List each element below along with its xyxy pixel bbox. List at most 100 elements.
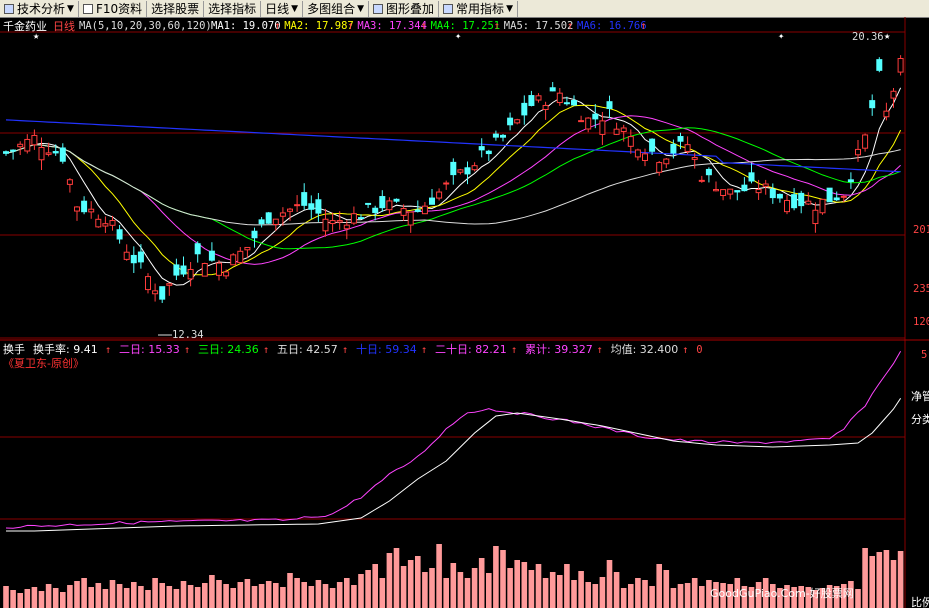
volume-bar — [869, 556, 875, 608]
candle-body — [713, 189, 719, 192]
toolbar-button-4[interactable]: 日线 ▼ — [261, 0, 304, 17]
candle-body — [322, 218, 329, 232]
candle-body — [393, 198, 400, 202]
candle-body — [414, 209, 421, 212]
volume-bar — [670, 588, 677, 608]
volume-bar — [415, 556, 421, 608]
candle-body — [436, 191, 443, 199]
volume-bar — [649, 586, 655, 608]
volume-bar — [237, 582, 244, 608]
candle-body — [791, 194, 798, 209]
candle-body — [684, 144, 691, 152]
candle-body — [642, 153, 648, 161]
candle-body — [670, 143, 677, 154]
candle-body — [443, 182, 450, 185]
candle-body — [216, 262, 222, 276]
candle-body — [634, 149, 641, 158]
candle-body — [45, 152, 52, 155]
volume-bar — [663, 570, 670, 608]
volume-bar — [457, 572, 464, 608]
axis-label: 比例 — [911, 595, 929, 608]
candle-body — [507, 117, 514, 126]
toolbar-button-6[interactable]: 图形叠加 — [369, 0, 440, 17]
volume-bar — [17, 593, 23, 608]
volume-bar — [876, 552, 883, 608]
volume-bar — [443, 578, 449, 608]
ma-line-2 — [5, 104, 902, 276]
volume-bar — [81, 578, 87, 608]
volume-bar — [500, 550, 506, 608]
axis-label: 120 — [913, 316, 929, 328]
candle-body — [691, 157, 698, 160]
volume-bar — [585, 582, 591, 608]
toolbar-button-0[interactable]: 技术分析 ▼ — [0, 0, 79, 17]
volume-bar — [521, 562, 528, 608]
candle-body — [287, 208, 293, 212]
toolbar-label: 日线 — [265, 2, 290, 16]
toolbar-button-5[interactable]: 多图组合 ▼ — [303, 0, 370, 17]
volume-bar — [315, 580, 322, 608]
candle-body — [883, 110, 890, 118]
volume-bar — [358, 574, 364, 608]
candle-body — [251, 230, 258, 239]
candle-body — [52, 151, 59, 154]
volume-bar — [564, 564, 570, 608]
ma-value-1: MA1: 19.070 — [211, 20, 281, 32]
volume-bar — [24, 589, 31, 608]
ma-params: MA(5,10,20,30,60,120) — [79, 20, 212, 32]
candle-body — [166, 283, 173, 286]
candle-body — [812, 209, 819, 225]
volume-bar — [642, 580, 648, 608]
turnover-tail: 0 — [696, 344, 702, 356]
volume-bar — [152, 578, 158, 608]
volume-bar — [862, 548, 868, 608]
candle-body — [308, 203, 315, 210]
toolbar-label: 选择指标 — [208, 2, 257, 16]
volume-bar — [535, 564, 542, 608]
volume-bar — [344, 578, 350, 608]
chevron-down-icon: ▼ — [506, 3, 513, 14]
candle-body — [599, 120, 606, 135]
candle-body — [890, 90, 897, 99]
candle-body — [627, 136, 634, 147]
candle-body — [677, 136, 684, 142]
up-arrow-icon: ↑ — [682, 344, 688, 356]
toolbar-button-1[interactable]: F10资料 — [79, 0, 148, 17]
candle-body — [833, 197, 840, 201]
turnover-item-4: 二十日: 82.21 — [435, 342, 507, 356]
up-arrow-icon: ↑ — [347, 20, 353, 32]
volume-bar — [138, 586, 144, 608]
volume-bar — [897, 551, 904, 608]
volume-bar — [514, 560, 520, 608]
axis-label: 5 — [921, 349, 927, 361]
turnover-item-0: 二日: 15.33 — [119, 343, 180, 356]
candle-body — [329, 220, 336, 225]
candle-body — [187, 268, 194, 280]
ma-value-4: MA4: 17.251 — [431, 20, 501, 32]
turnover-line — [5, 350, 902, 529]
candle-body — [31, 134, 38, 146]
toolbar-button-7[interactable]: 常用指标 ▼ — [439, 0, 518, 17]
toolbar-button-3[interactable]: 选择指标 — [204, 0, 262, 17]
overlay-icon — [373, 3, 384, 14]
volume-bar — [10, 590, 16, 608]
volume-bar — [606, 560, 613, 608]
up-arrow-icon: ↑ — [511, 344, 517, 356]
candle-body — [720, 189, 727, 196]
candle-body — [17, 143, 24, 148]
volume-bar — [450, 563, 457, 608]
house-icon — [443, 3, 454, 14]
volume-bar — [194, 587, 201, 608]
candle-body — [464, 167, 471, 175]
candle-body — [145, 276, 151, 291]
up-arrow-icon: ↑ — [640, 20, 646, 32]
candle-body — [279, 212, 286, 217]
candle-body — [478, 146, 485, 151]
toolbar-button-2[interactable]: 选择股票 — [147, 0, 205, 17]
candle-body — [549, 87, 556, 92]
up-arrow-icon: ↑ — [274, 20, 280, 32]
candle-body — [159, 286, 166, 300]
candle-body — [201, 263, 208, 277]
turnover-item-1: 三日: 24.36 — [198, 343, 259, 356]
volume-bar — [67, 585, 73, 608]
